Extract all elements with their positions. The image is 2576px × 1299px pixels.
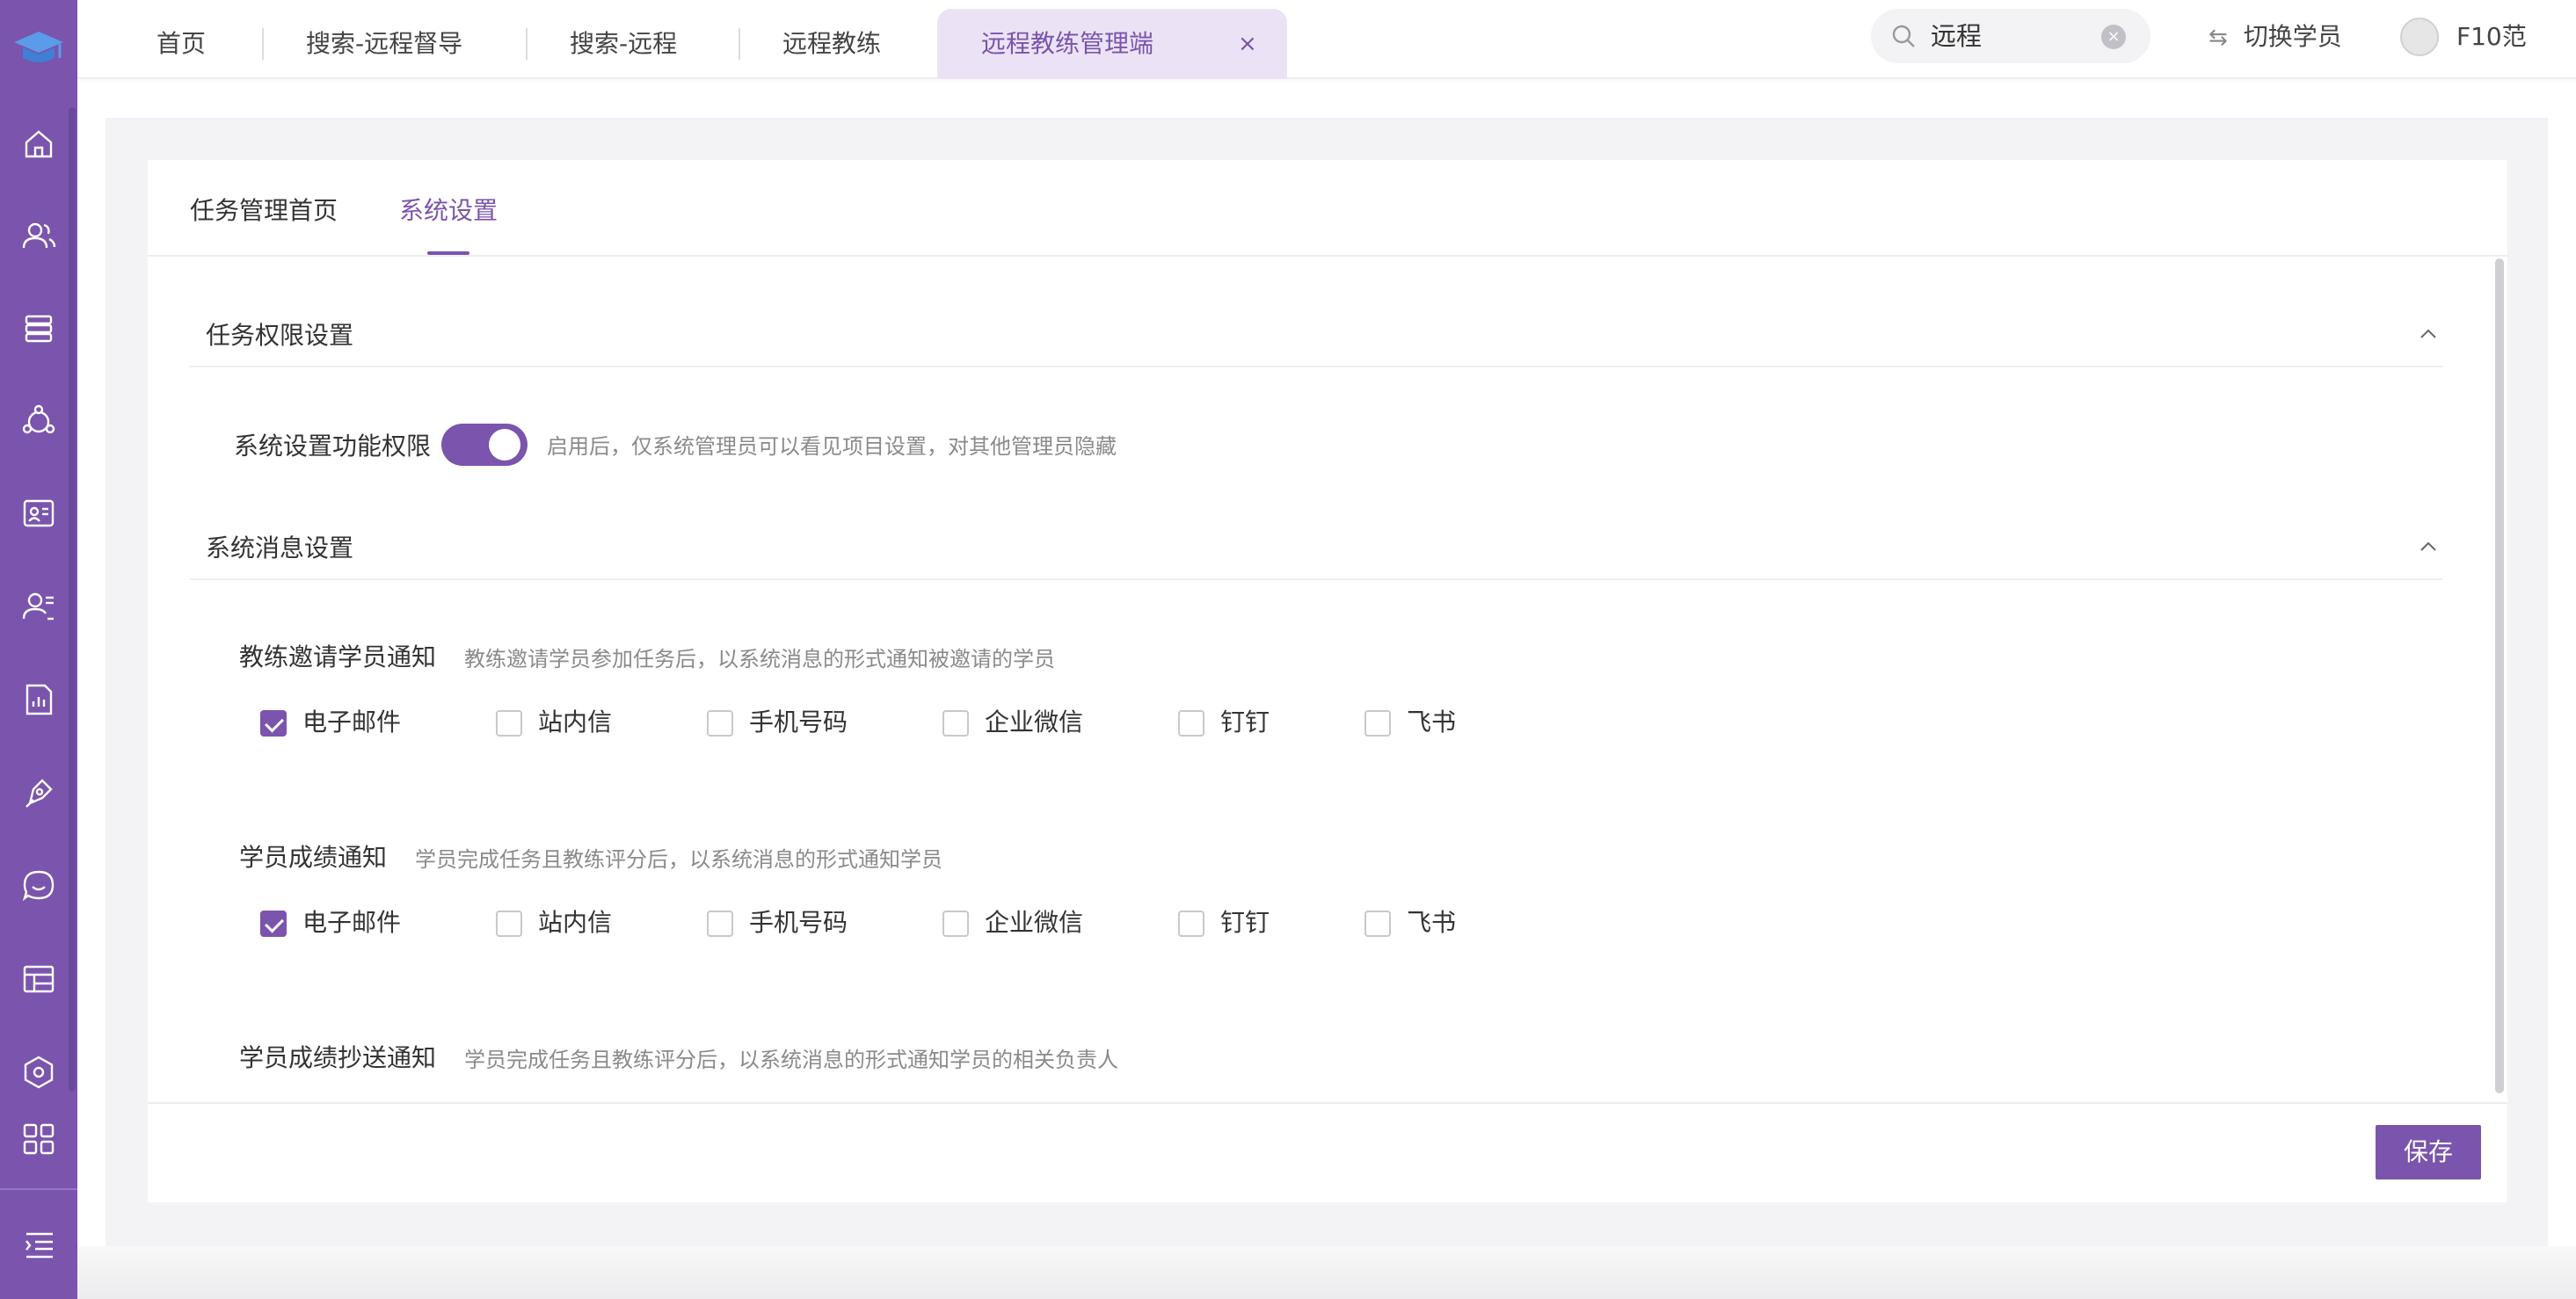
clear-search-icon[interactable]: × xyxy=(2101,25,2126,49)
report-icon[interactable] xyxy=(16,677,62,722)
toggle-knob xyxy=(489,429,520,461)
section-title: 系统消息设置 xyxy=(206,533,354,562)
permission-hint: 启用后，仅系统管理员可以看见项目设置，对其他管理员隐藏 xyxy=(547,434,1117,459)
checkbox-box[interactable] xyxy=(1178,911,1204,937)
notice-title: 学员成绩抄送通知 xyxy=(239,1043,437,1072)
bottom-shadow xyxy=(77,1246,2576,1299)
user-name: F10范 xyxy=(2456,22,2527,51)
checkbox-label: 企业微信 xyxy=(985,708,1084,737)
chevron-up-icon[interactable] xyxy=(2418,536,2439,557)
graduation-cap-logo-icon xyxy=(11,21,67,77)
table-icon[interactable] xyxy=(16,956,62,1002)
search-box[interactable]: 远程 × xyxy=(1871,9,2150,63)
switch-arrows-icon: ⇆ xyxy=(2209,25,2228,51)
checkbox-box[interactable] xyxy=(707,710,733,737)
tab-search-remote[interactable]: 搜索-远程 xyxy=(570,25,677,63)
notice-hint: 学员完成任务且教练评分后，以系统消息的形式通知学员 xyxy=(415,847,942,872)
menu-expand-icon[interactable] xyxy=(16,1222,62,1267)
home-icon[interactable] xyxy=(16,121,62,167)
contact-card-icon[interactable] xyxy=(16,490,62,536)
active-subtab-indicator xyxy=(427,251,469,255)
checkbox-label: 电子邮件 xyxy=(302,908,402,937)
tab-home[interactable]: 首页 xyxy=(156,25,206,63)
tab-remote-coach[interactable]: 远程教练 xyxy=(782,25,881,63)
permission-label: 系统设置功能权限 xyxy=(234,432,432,461)
checkbox-box[interactable] xyxy=(942,710,969,737)
section-title: 任务权限设置 xyxy=(206,321,354,350)
close-tab-icon[interactable]: × xyxy=(1238,25,1257,63)
notice-title: 教练邀请学员通知 xyxy=(239,642,437,671)
checkbox-box[interactable] xyxy=(496,911,522,937)
apps-grid-icon[interactable] xyxy=(16,1116,62,1162)
checkbox-box[interactable] xyxy=(942,911,969,937)
search-icon xyxy=(1892,25,1915,47)
active-tab-label: 远程教练管理端 xyxy=(981,29,1154,58)
panel-footer xyxy=(148,1102,2507,1202)
notice-title: 学员成绩通知 xyxy=(239,843,388,872)
tab-remote-coach-admin[interactable]: 远程教练管理端 × xyxy=(937,9,1287,79)
tab-separator xyxy=(739,28,740,60)
users-icon[interactable] xyxy=(16,213,62,258)
tab-separator xyxy=(262,28,264,60)
checkbox-label: 企业微信 xyxy=(985,908,1084,937)
top-bar: 首页 搜索-远程督导 搜索-远程 远程教练 远程教练管理端 × 远程 × ⇆ 切换… xyxy=(77,0,2576,79)
checkbox-box[interactable] xyxy=(707,911,733,937)
chevron-up-icon[interactable] xyxy=(2418,323,2439,345)
checkbox-label: 钉钉 xyxy=(1220,908,1270,937)
checkbox-label: 钉钉 xyxy=(1220,708,1270,737)
checkbox-box[interactable] xyxy=(1178,710,1204,737)
database-icon[interactable] xyxy=(16,306,62,352)
sidebar xyxy=(0,0,77,1299)
checkbox-label: 飞书 xyxy=(1407,708,1457,737)
tab-separator xyxy=(526,28,528,60)
switch-student-button[interactable]: ⇆ 切换学员 xyxy=(2209,18,2342,56)
permission-toggle[interactable] xyxy=(441,424,528,466)
checkbox-label: 站内信 xyxy=(538,908,613,937)
search-input[interactable]: 远程 xyxy=(1931,18,1982,54)
checkbox-label: 手机号码 xyxy=(749,708,848,737)
pen-icon[interactable] xyxy=(16,770,62,816)
checkbox-box[interactable] xyxy=(1364,710,1391,737)
checkbox-label: 电子邮件 xyxy=(302,708,402,737)
section-system-message[interactable]: 系统消息设置 xyxy=(190,531,2442,580)
checkbox-box[interactable] xyxy=(496,710,522,737)
sub-tab-bar: 任务管理首页 系统设置 xyxy=(148,160,2507,257)
checkbox-label: 飞书 xyxy=(1407,908,1457,937)
save-button[interactable]: 保存 xyxy=(2376,1125,2481,1179)
subtab-system-settings[interactable]: 系统设置 xyxy=(399,192,498,230)
sidebar-scrollbar[interactable] xyxy=(69,107,76,1092)
subtab-task-management-home[interactable]: 任务管理首页 xyxy=(190,192,338,230)
checkbox-box[interactable] xyxy=(1364,911,1391,937)
chat-icon[interactable] xyxy=(16,863,62,909)
settings-hexagon-icon[interactable] xyxy=(16,1049,62,1095)
checkbox-label: 站内信 xyxy=(538,708,613,737)
notice-hint: 学员完成任务且教练评分后，以系统消息的形式通知学员的相关负责人 xyxy=(464,1048,1118,1072)
user-list-icon[interactable] xyxy=(16,584,62,629)
sidebar-divider xyxy=(0,1188,77,1190)
switch-student-label: 切换学员 xyxy=(2243,22,2342,51)
checkbox-box[interactable] xyxy=(260,710,287,737)
settings-panel: 任务管理首页 系统设置 任务权限设置 系统设置功能权限 启用后，仅系统管理员可以… xyxy=(148,160,2507,1202)
checkbox-box[interactable] xyxy=(260,911,287,937)
notice-hint: 教练邀请学员参加任务后，以系统消息的形式通知被邀请的学员 xyxy=(464,647,1055,671)
section-task-permission[interactable]: 任务权限设置 xyxy=(190,318,2442,367)
checkbox-label: 手机号码 xyxy=(749,908,848,937)
panel-scrollbar[interactable] xyxy=(2495,258,2504,1093)
network-icon[interactable] xyxy=(16,399,62,445)
avatar xyxy=(2400,18,2439,56)
tab-search-remote-supervision[interactable]: 搜索-远程督导 xyxy=(306,25,462,63)
